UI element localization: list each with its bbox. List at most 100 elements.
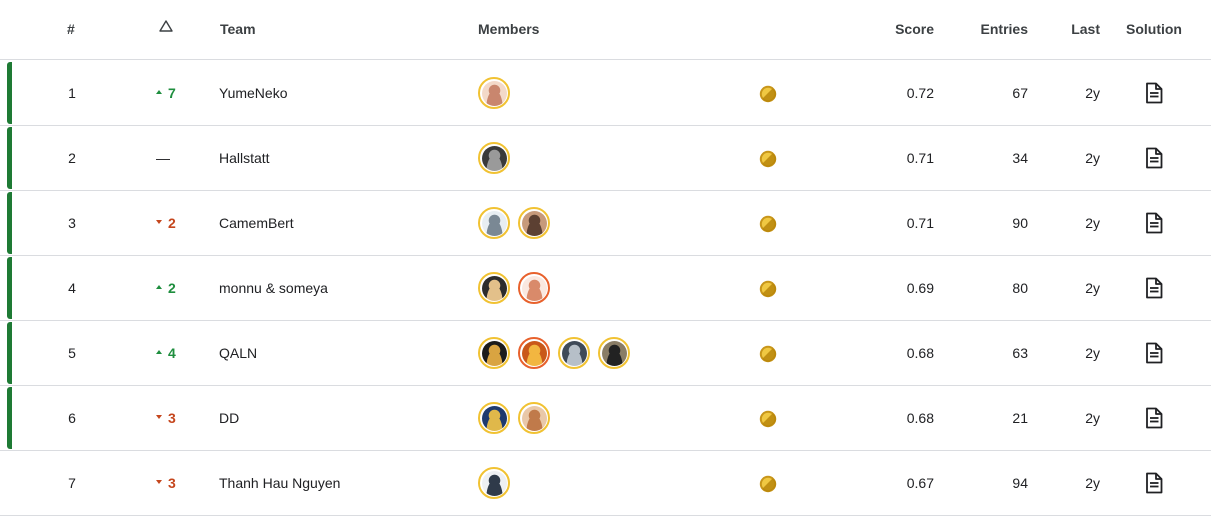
document-icon[interactable] <box>1145 147 1163 169</box>
last-submission-cell: 2y <box>1085 410 1100 426</box>
table-row[interactable]: 5 4 QALN 0.68 63 2y <box>0 321 1211 386</box>
document-icon[interactable] <box>1145 342 1163 364</box>
document-icon[interactable] <box>1145 212 1163 234</box>
gold-medal-icon <box>759 475 777 493</box>
table-row[interactable]: 7 3 Thanh Hau Nguyen 0.67 94 2y <box>0 451 1211 516</box>
gold-medal-icon <box>759 345 777 363</box>
rank-cell: 1 <box>68 85 76 101</box>
rank-change: 3 <box>156 451 196 515</box>
rank-cell: 3 <box>68 215 76 231</box>
avatar[interactable] <box>478 467 510 499</box>
table-row[interactable]: 6 3 DD 0.68 21 2y <box>0 386 1211 451</box>
members-list <box>478 207 550 239</box>
last-submission-cell: 2y <box>1085 150 1100 166</box>
rank-change-value: 3 <box>168 410 176 426</box>
team-name[interactable]: Hallstatt <box>219 126 270 190</box>
header-last[interactable]: Last <box>1060 0 1100 58</box>
avatar[interactable] <box>518 207 550 239</box>
gold-medal-icon <box>759 150 777 168</box>
last-submission-cell: 2y <box>1085 215 1100 231</box>
leaderboard-header: # Team Members Score Entries Last Soluti… <box>0 0 1211 60</box>
rank-cell: 5 <box>68 345 76 361</box>
entries-cell: 63 <box>1012 345 1028 361</box>
header-entries[interactable]: Entries <box>968 0 1028 58</box>
rank-change: 2 <box>156 191 196 255</box>
medal-bar <box>7 322 12 384</box>
avatar[interactable] <box>478 142 510 174</box>
rank-change-value: — <box>156 150 170 166</box>
entries-cell: 21 <box>1012 410 1028 426</box>
avatar[interactable] <box>478 207 510 239</box>
team-name[interactable]: CamemBert <box>219 191 294 255</box>
avatar[interactable] <box>518 402 550 434</box>
score-cell: 0.72 <box>906 85 934 101</box>
rank-change-value: 3 <box>168 475 176 491</box>
arrow-down-icon <box>156 415 162 420</box>
medal-bar <box>7 62 12 124</box>
arrow-up-icon <box>156 90 162 95</box>
members-list <box>478 77 510 109</box>
rank-change: 2 <box>156 256 196 320</box>
avatar[interactable] <box>478 337 510 369</box>
avatar[interactable] <box>478 77 510 109</box>
last-submission-cell: 2y <box>1085 475 1100 491</box>
rank-change: 3 <box>156 386 196 450</box>
gold-medal-icon <box>759 215 777 233</box>
medal-bar <box>7 192 12 254</box>
avatar[interactable] <box>478 402 510 434</box>
rank-change: 4 <box>156 321 196 385</box>
avatar[interactable] <box>518 337 550 369</box>
team-name[interactable]: DD <box>219 386 239 450</box>
document-icon[interactable] <box>1145 407 1163 429</box>
table-row[interactable]: 2 — Hallstatt 0.71 34 2y <box>0 126 1211 191</box>
score-cell: 0.68 <box>906 345 934 361</box>
score-cell: 0.68 <box>906 410 934 426</box>
document-icon[interactable] <box>1145 82 1163 104</box>
table-row[interactable]: 3 2 CamemBert 0.71 90 2y <box>0 191 1211 256</box>
rank-cell: 2 <box>68 150 76 166</box>
avatar[interactable] <box>478 272 510 304</box>
header-solution: Solution <box>1126 21 1182 37</box>
header-rank[interactable]: # <box>67 0 75 58</box>
score-cell: 0.69 <box>906 280 934 296</box>
rank-change: — <box>156 126 196 190</box>
table-row[interactable]: 4 2 monnu & someya 0.69 80 2y <box>0 256 1211 321</box>
header-score[interactable]: Score <box>874 0 934 58</box>
triangle-outline-icon[interactable] <box>159 20 173 32</box>
table-row[interactable]: 1 7 YumeNeko 0.72 67 2y <box>0 61 1211 126</box>
avatar[interactable] <box>558 337 590 369</box>
score-cell: 0.71 <box>906 215 934 231</box>
document-icon[interactable] <box>1145 277 1163 299</box>
entries-cell: 34 <box>1012 150 1028 166</box>
avatar[interactable] <box>598 337 630 369</box>
rank-change-value: 4 <box>168 345 176 361</box>
score-cell: 0.67 <box>906 475 934 491</box>
entries-cell: 94 <box>1012 475 1028 491</box>
members-list <box>478 467 510 499</box>
rank-cell: 6 <box>68 410 76 426</box>
arrow-down-icon <box>156 220 162 225</box>
avatar[interactable] <box>518 272 550 304</box>
last-submission-cell: 2y <box>1085 345 1100 361</box>
members-list <box>478 402 550 434</box>
rank-change: 7 <box>156 61 196 125</box>
members-list <box>478 142 510 174</box>
medal-bar <box>7 257 12 319</box>
header-team[interactable]: Team <box>220 0 256 58</box>
team-name[interactable]: monnu & someya <box>219 256 328 320</box>
arrow-down-icon <box>156 480 162 485</box>
entries-cell: 67 <box>1012 85 1028 101</box>
medal-bar <box>7 127 12 189</box>
team-name[interactable]: YumeNeko <box>219 61 287 125</box>
gold-medal-icon <box>759 85 777 103</box>
entries-cell: 80 <box>1012 280 1028 296</box>
rank-cell: 4 <box>68 280 76 296</box>
rank-cell: 7 <box>68 475 76 491</box>
gold-medal-icon <box>759 280 777 298</box>
document-icon[interactable] <box>1145 472 1163 494</box>
team-name[interactable]: Thanh Hau Nguyen <box>219 451 340 515</box>
team-name[interactable]: QALN <box>219 321 257 385</box>
header-members: Members <box>478 21 540 37</box>
arrow-up-icon <box>156 350 162 355</box>
members-list <box>478 272 550 304</box>
